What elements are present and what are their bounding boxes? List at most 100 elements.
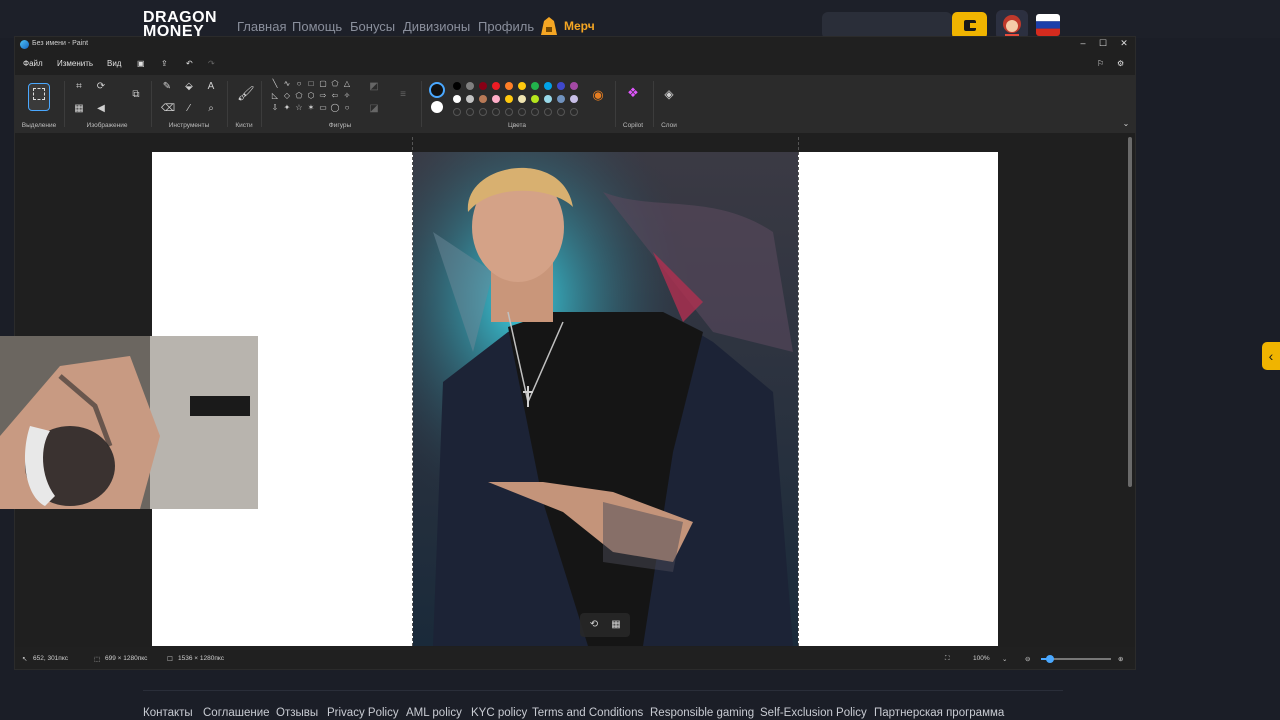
callout-shape-icon[interactable]: ▭ — [318, 103, 328, 112]
pentagon-shape-icon[interactable]: ⬠ — [294, 91, 304, 100]
menu-edit[interactable]: Изменить — [57, 59, 93, 68]
undo-icon[interactable]: ↶ — [186, 59, 193, 68]
flip-icon[interactable]: ◀ — [95, 103, 107, 114]
wallet-button[interactable] — [952, 12, 987, 39]
footer-link-partner-program[interactable]: Партнерская программа — [874, 707, 1004, 719]
footer-link-kyc[interactable]: KYC policy — [471, 707, 527, 719]
layers-icon[interactable]: ◈ — [663, 87, 675, 101]
size-icon[interactable]: ≡ — [397, 89, 409, 100]
color-swatch[interactable] — [544, 82, 552, 90]
balance-field[interactable] — [822, 12, 952, 39]
save-icon[interactable]: ▣ — [137, 59, 145, 68]
cloud-callout-shape-icon[interactable]: ○ — [342, 103, 352, 112]
custom-color-slot[interactable] — [479, 108, 487, 116]
color-swatch[interactable] — [479, 95, 487, 103]
resize-icon[interactable]: ⧉ — [130, 89, 142, 100]
color-swatch[interactable] — [453, 82, 461, 90]
nav-help[interactable]: Помощь — [292, 19, 342, 34]
magnifier-icon[interactable]: ⌕ — [205, 103, 217, 114]
arrow-down-shape-icon[interactable]: ⇩ — [270, 103, 280, 112]
rounded-rect-shape-icon[interactable]: ▢ — [318, 79, 328, 88]
color-swatch[interactable] — [466, 82, 474, 90]
site-logo[interactable]: DRAGON MONEY — [143, 11, 217, 37]
brush-icon[interactable]: 🖌 — [237, 85, 255, 102]
star5-shape-icon[interactable]: ☆ — [294, 103, 304, 112]
color-swatch[interactable] — [453, 95, 461, 103]
settings-icon[interactable]: ⚙ — [1117, 59, 1124, 68]
image-options-icon[interactable]: ▦ — [610, 619, 622, 630]
custom-color-slot[interactable] — [453, 108, 461, 116]
crop-icon[interactable]: ⌗ — [73, 81, 85, 92]
zoom-dropdown-icon[interactable]: ⌄ — [1002, 655, 1007, 663]
title-bar[interactable]: Без имени - Paint – ☐ ✕ — [15, 37, 1135, 53]
color-swatch[interactable] — [518, 95, 526, 103]
fill-icon[interactable]: ⬙ — [183, 81, 195, 92]
polygon-shape-icon[interactable]: ⬠ — [330, 79, 340, 88]
oval-shape-icon[interactable]: ○ — [294, 79, 304, 88]
shape-fill-icon[interactable]: ◪ — [368, 103, 380, 114]
custom-color-slot[interactable] — [544, 108, 552, 116]
color-swatch[interactable] — [492, 82, 500, 90]
text-icon[interactable]: A — [205, 81, 217, 92]
open-icon[interactable]: ⇪ — [161, 59, 168, 68]
collapse-ribbon-icon[interactable]: ⌄ — [1120, 119, 1132, 128]
edit-colors-icon[interactable]: ◉ — [592, 87, 604, 103]
outline-icon[interactable]: ◩ — [368, 81, 380, 92]
zoom-in-icon[interactable]: ⊕ — [1118, 655, 1123, 663]
language-flag-ru[interactable] — [1036, 14, 1060, 36]
footer-link-terms[interactable]: Terms and Conditions — [532, 707, 643, 719]
arrow-right-shape-icon[interactable]: ⇨ — [318, 91, 328, 100]
footer-link-responsible-gaming[interactable]: Responsible gaming — [650, 707, 754, 719]
close-button[interactable]: ✕ — [1114, 38, 1134, 49]
color-swatch[interactable] — [570, 95, 578, 103]
custom-color-slot[interactable] — [531, 108, 539, 116]
primary-color[interactable] — [429, 82, 445, 98]
arrow-left-shape-icon[interactable]: ⇦ — [330, 91, 340, 100]
eraser-icon[interactable]: ⌫ — [161, 103, 175, 114]
custom-color-slot[interactable] — [570, 108, 578, 116]
color-swatch[interactable] — [479, 82, 487, 90]
diamond-shape-icon[interactable]: ◇ — [282, 91, 292, 100]
custom-color-slot[interactable] — [518, 108, 526, 116]
color-swatch[interactable] — [557, 82, 565, 90]
color-swatch[interactable] — [531, 82, 539, 90]
nav-profile[interactable]: Профиль — [478, 19, 534, 34]
color-swatch[interactable] — [505, 95, 513, 103]
custom-color-slot[interactable] — [557, 108, 565, 116]
color-swatch[interactable] — [531, 95, 539, 103]
rectangle-shape-icon[interactable]: □ — [306, 79, 316, 88]
oval-callout-shape-icon[interactable]: ◯ — [330, 103, 340, 112]
secondary-color[interactable] — [431, 101, 443, 113]
star6-shape-icon[interactable]: ✶ — [306, 103, 316, 112]
line-shape-icon[interactable]: ╲ — [270, 79, 280, 88]
right-triangle-shape-icon[interactable]: ◺ — [270, 91, 280, 100]
nav-home[interactable]: Главная — [237, 19, 286, 34]
custom-color-slot[interactable] — [466, 108, 474, 116]
feedback-icon[interactable]: ⚐ — [1097, 59, 1104, 68]
nav-divisions[interactable]: Дивизионы — [403, 19, 470, 34]
remove-background-icon[interactable]: ⟲ — [588, 619, 600, 630]
zoom-out-icon[interactable]: ⊖ — [1025, 655, 1030, 663]
redo-icon[interactable]: ↷ — [208, 59, 215, 68]
copilot-icon[interactable]: ❖ — [627, 85, 639, 101]
vertical-scrollbar[interactable] — [1128, 137, 1132, 487]
pasted-photo[interactable] — [413, 152, 798, 646]
footer-link-contacts[interactable]: Контакты — [143, 707, 193, 719]
color-swatch[interactable] — [544, 95, 552, 103]
footer-link-reviews[interactable]: Отзывы — [276, 707, 318, 719]
triangle-shape-icon[interactable]: △ — [342, 79, 352, 88]
color-swatch[interactable] — [570, 82, 578, 90]
zoom-slider-thumb[interactable] — [1046, 655, 1054, 663]
select-tool[interactable] — [28, 83, 50, 111]
color-swatch[interactable] — [492, 95, 500, 103]
fit-to-window-icon[interactable]: ⛶ — [945, 655, 950, 663]
footer-link-agreement[interactable]: Соглашение — [203, 707, 270, 719]
curve-shape-icon[interactable]: ∿ — [282, 79, 292, 88]
footer-link-privacy[interactable]: Privacy Policy — [327, 707, 399, 719]
nav-bonuses[interactable]: Бонусы — [350, 19, 395, 34]
hexagon-shape-icon[interactable]: ⬡ — [306, 91, 316, 100]
custom-color-slot[interactable] — [492, 108, 500, 116]
color-swatch[interactable] — [466, 95, 474, 103]
image-select-icon[interactable]: ▦ — [73, 103, 85, 114]
maximize-button[interactable]: ☐ — [1093, 38, 1113, 49]
